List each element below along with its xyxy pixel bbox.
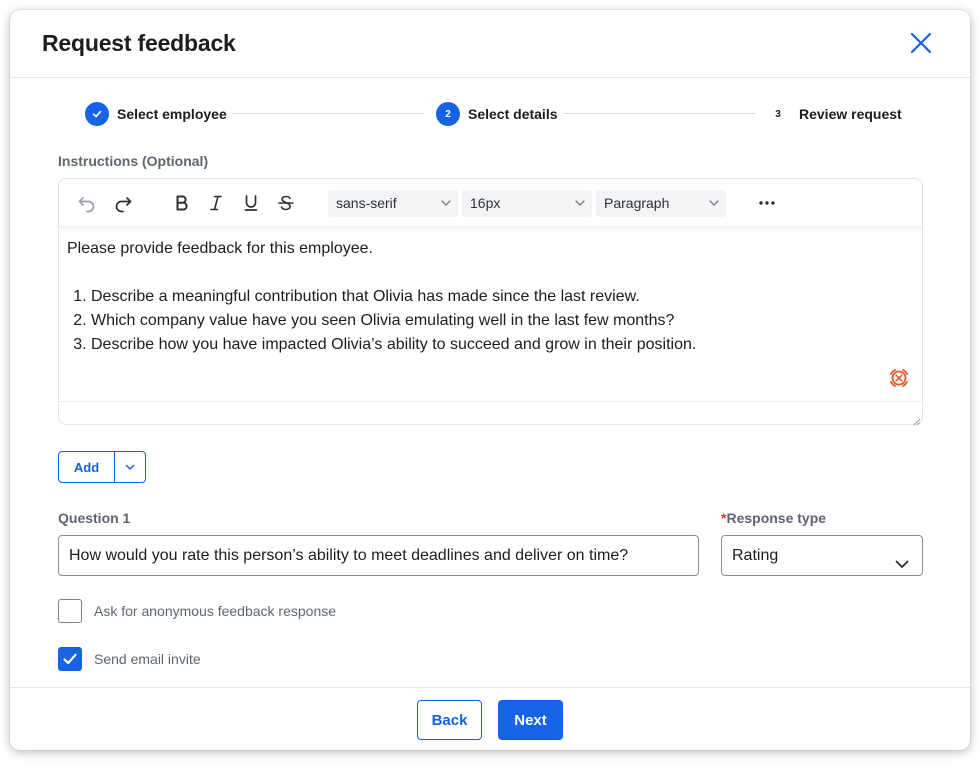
step-number: 2 — [436, 102, 460, 126]
ai-assist-icon[interactable] — [888, 367, 910, 389]
step-review-request: 3 Review request — [766, 102, 902, 126]
editor-status-bar — [59, 401, 922, 426]
instruction-list: Describe a meaningful contribution that … — [67, 285, 907, 357]
anonymous-option: Ask for anonymous feedback response — [58, 599, 336, 623]
font-size-value: 16px — [470, 195, 501, 211]
step-label: Select details — [468, 106, 558, 122]
step-label: Review request — [799, 106, 902, 122]
response-type-select[interactable]: Rating — [721, 535, 923, 576]
step-select-details: 2 Select details — [436, 102, 558, 126]
list-item: Describe how you have impacted Olivia’s … — [91, 333, 907, 357]
email-invite-checkbox-label: Send email invite — [94, 651, 201, 667]
step-number: 3 — [775, 108, 781, 120]
anonymous-checkbox-label: Ask for anonymous feedback response — [94, 603, 337, 619]
undo-icon[interactable] — [77, 193, 97, 213]
response-type-label-text: Response type — [726, 510, 827, 526]
step-label: Select employee — [117, 106, 227, 122]
question-label: Question 1 — [58, 510, 131, 526]
font-size-select[interactable]: 16px — [462, 190, 592, 217]
editor-toolbar: sans-serif 16px Paragraph — [59, 179, 922, 227]
next-button[interactable]: Next — [498, 700, 563, 740]
check-icon — [63, 653, 77, 665]
instructions-editor[interactable]: sans-serif 16px Paragraph Please provide… — [58, 178, 923, 426]
back-button[interactable]: Back — [417, 700, 482, 740]
font-family-value: sans-serif — [336, 195, 397, 211]
block-format-value: Paragraph — [604, 195, 670, 211]
chevron-down-icon[interactable] — [115, 452, 145, 482]
italic-icon[interactable] — [206, 193, 226, 213]
strikethrough-icon[interactable] — [276, 193, 296, 213]
block-format-select[interactable]: Paragraph — [596, 190, 726, 217]
chevron-down-icon — [574, 190, 586, 226]
chevron-down-icon — [440, 190, 452, 226]
editor-content[interactable]: Please provide feedback for this employe… — [67, 237, 907, 357]
chevron-down-icon — [894, 548, 910, 587]
font-family-select[interactable]: sans-serif — [328, 190, 458, 217]
email-invite-option: Send email invite — [58, 647, 201, 671]
response-type-label: *Response type — [721, 510, 826, 526]
instructions-label: Instructions (Optional) — [58, 153, 209, 169]
bold-icon[interactable] — [172, 193, 192, 213]
chevron-down-icon — [708, 190, 720, 226]
add-button[interactable]: Add — [58, 451, 146, 483]
list-item: Which company value have you seen Olivia… — [91, 309, 907, 333]
stepper-connector — [232, 113, 424, 114]
dialog-title: Request feedback — [42, 30, 236, 56]
email-invite-checkbox[interactable] — [58, 647, 82, 671]
add-button-label[interactable]: Add — [59, 452, 115, 482]
stepper-connector — [563, 113, 755, 114]
list-item: Describe a meaningful contribution that … — [91, 285, 907, 309]
response-type-value: Rating — [732, 547, 779, 564]
resize-handle-icon[interactable] — [911, 413, 921, 426]
more-icon[interactable] — [757, 193, 777, 213]
anonymous-checkbox[interactable] — [58, 599, 82, 623]
close-icon[interactable] — [908, 30, 934, 56]
check-icon — [85, 102, 109, 126]
redo-icon[interactable] — [113, 193, 133, 213]
dialog-header: Request feedback — [10, 10, 970, 78]
dialog-footer: Back Next — [10, 687, 970, 750]
step-select-employee: Select employee — [85, 102, 227, 126]
editor-intro-text: Please provide feedback for this employe… — [67, 240, 373, 257]
request-feedback-dialog: Request feedback Select employee 2 Selec… — [10, 10, 970, 750]
underline-icon[interactable] — [241, 193, 261, 213]
question-input[interactable]: How would you rate this person’s ability… — [58, 535, 699, 576]
